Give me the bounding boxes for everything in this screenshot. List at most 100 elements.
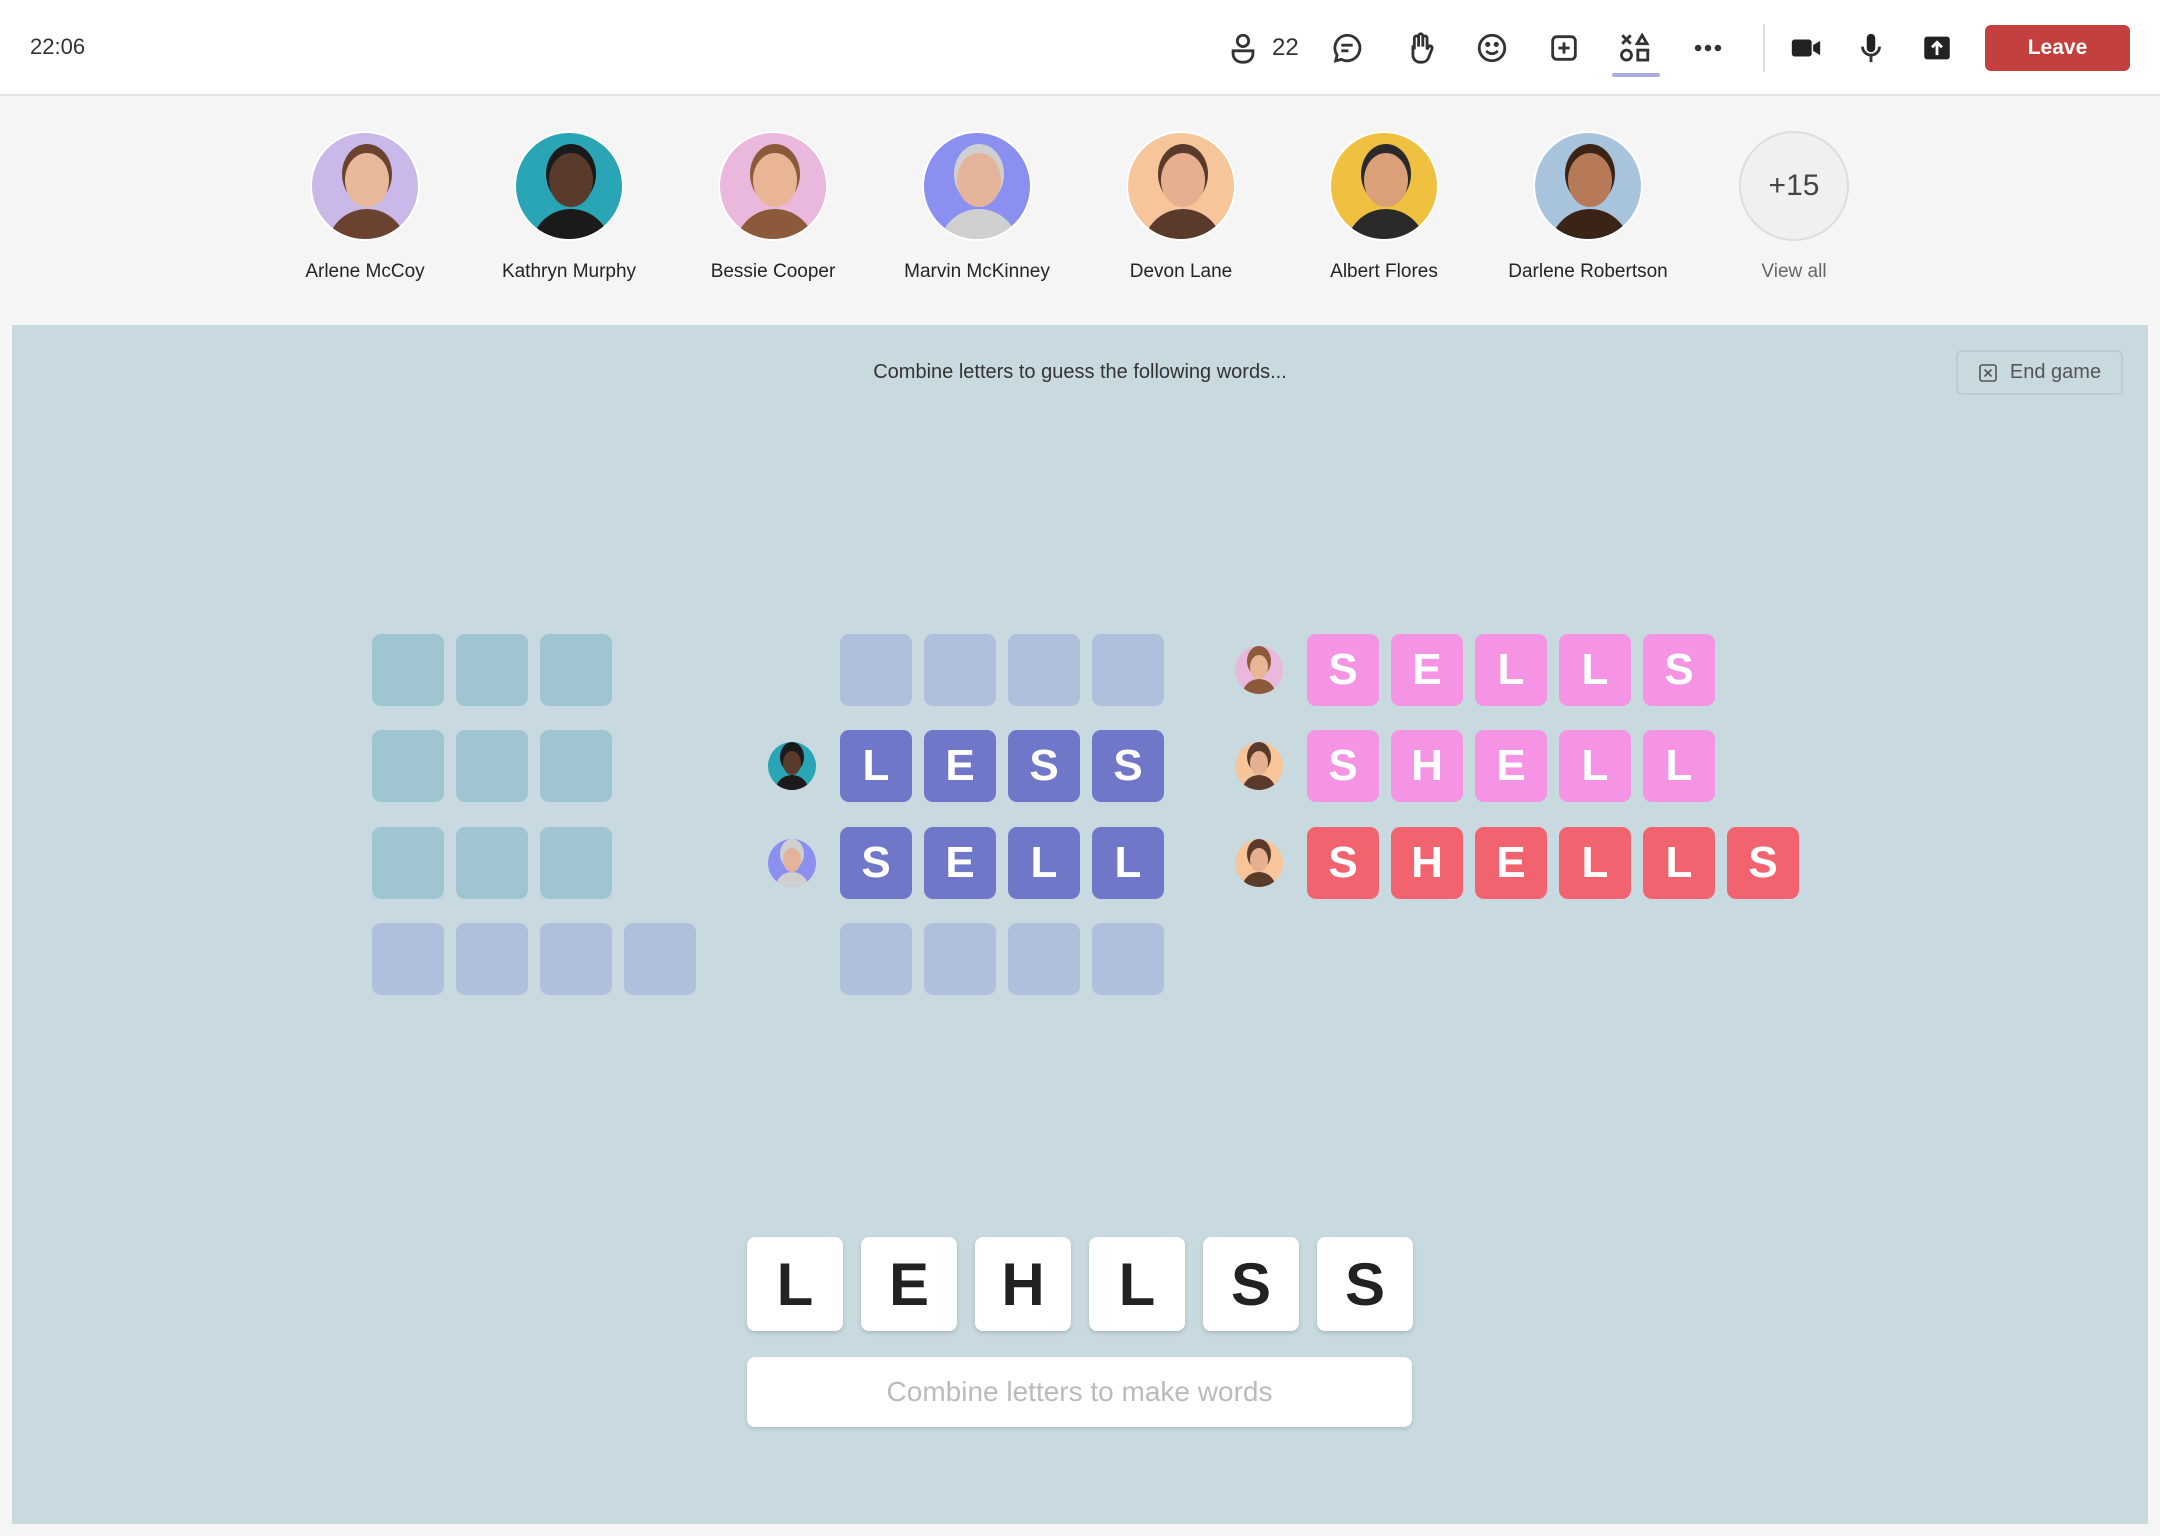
participant-name: Kathryn Murphy <box>501 261 637 282</box>
participant-name: Albert Flores <box>1330 261 1438 282</box>
game-instruction: Combine letters to guess the following w… <box>873 361 1287 383</box>
top-bar: 22:06 22 Leave <box>0 0 2160 96</box>
avatar <box>1533 131 1643 241</box>
participant-name: Devon Lane <box>1129 261 1233 282</box>
empty-tile <box>372 923 444 995</box>
participant[interactable]: Darlene Robertson <box>1488 131 1688 283</box>
people-icon[interactable] <box>1223 28 1263 68</box>
empty-tile <box>1008 923 1080 995</box>
reactions-icon[interactable] <box>1472 28 1512 68</box>
empty-tile <box>924 923 996 995</box>
participant[interactable]: Kathryn Murphy <box>469 131 669 283</box>
letter-tile: E <box>924 730 996 802</box>
empty-tile <box>840 634 912 706</box>
letter-tile: L <box>1008 827 1080 899</box>
empty-tile <box>540 827 612 899</box>
letter-tile: L <box>1643 827 1715 899</box>
meeting-time: 22:06 <box>30 34 86 59</box>
avatar <box>1126 131 1236 241</box>
empty-tile <box>456 730 528 802</box>
participant[interactable]: Devon Lane <box>1081 131 1281 283</box>
participant-name: Marvin McKinney <box>904 261 1050 282</box>
letter-button[interactable]: S <box>1317 1237 1413 1331</box>
empty-tile <box>372 730 444 802</box>
empty-tile <box>456 634 528 706</box>
avatar <box>514 131 624 241</box>
letter-button[interactable]: L <box>1089 1237 1185 1331</box>
view-all-participants[interactable]: +15 View all <box>1694 131 1894 283</box>
empty-tile <box>372 634 444 706</box>
participant-name: Bessie Cooper <box>710 261 836 282</box>
letter-tile: S <box>1008 730 1080 802</box>
participant[interactable]: Marvin McKinney <box>877 131 1077 283</box>
letter-tile: S <box>1727 827 1799 899</box>
close-box-icon <box>1979 363 1997 382</box>
end-game-label: End game <box>2009 361 2102 383</box>
word-game-panel: Combine letters to guess the following w… <box>12 325 2148 1524</box>
letter-button[interactable]: E <box>861 1237 957 1331</box>
active-tab-indicator <box>1612 73 1660 77</box>
view-all-label: View all <box>1761 261 1827 282</box>
empty-tile <box>372 827 444 899</box>
empty-tile <box>456 923 528 995</box>
more-participants-count: +15 <box>1739 131 1849 241</box>
guesser-avatar <box>768 742 816 790</box>
toolbar-divider <box>1763 24 1765 72</box>
empty-tile <box>1092 634 1164 706</box>
guesser-avatar <box>768 839 816 887</box>
empty-tile <box>540 634 612 706</box>
letter-button[interactable]: H <box>975 1237 1071 1331</box>
letter-tile: S <box>1307 827 1379 899</box>
letter-tile: E <box>1475 827 1547 899</box>
raise-hand-icon[interactable] <box>1400 28 1440 68</box>
letter-tile: H <box>1391 827 1463 899</box>
end-game-button[interactable]: End game <box>1956 350 2123 395</box>
more-icon[interactable] <box>1688 28 1728 68</box>
participant[interactable]: Albert Flores <box>1284 131 1484 283</box>
empty-tile <box>840 923 912 995</box>
add-app-icon[interactable] <box>1544 28 1584 68</box>
letter-tile: L <box>1559 730 1631 802</box>
letter-tile: L <box>1559 827 1631 899</box>
avatar <box>922 131 1032 241</box>
word-input[interactable] <box>747 1357 1412 1427</box>
empty-tile <box>456 827 528 899</box>
participant-count: 22 <box>1272 34 1299 61</box>
letter-tile: L <box>1475 634 1547 706</box>
guesser-avatar <box>1235 646 1283 694</box>
avatar <box>718 131 828 241</box>
participant-name: Darlene Robertson <box>1508 261 1668 282</box>
apps-icon[interactable] <box>1615 28 1655 68</box>
letter-tile: S <box>1092 730 1164 802</box>
share-icon[interactable] <box>1917 28 1957 68</box>
letter-tile: S <box>1643 634 1715 706</box>
leave-button[interactable]: Leave <box>1985 25 2130 71</box>
camera-icon[interactable] <box>1786 28 1826 68</box>
letter-tile: E <box>1391 634 1463 706</box>
letter-tile: L <box>1559 634 1631 706</box>
empty-tile <box>1092 923 1164 995</box>
empty-tile <box>1008 634 1080 706</box>
avatar <box>310 131 420 241</box>
letter-tile: L <box>1643 730 1715 802</box>
letter-tile: S <box>840 827 912 899</box>
guesser-avatar <box>1235 742 1283 790</box>
letter-tile: S <box>1307 730 1379 802</box>
avatar <box>1329 131 1439 241</box>
letter-tile: H <box>1391 730 1463 802</box>
chat-icon[interactable] <box>1327 28 1367 68</box>
letter-tile: L <box>840 730 912 802</box>
letter-button[interactable]: L <box>747 1237 843 1331</box>
empty-tile <box>624 923 696 995</box>
participant-name: Arlene McCoy <box>305 261 425 282</box>
letter-tile: E <box>924 827 996 899</box>
participant[interactable]: Bessie Cooper <box>673 131 873 283</box>
empty-tile <box>924 634 996 706</box>
letter-button[interactable]: S <box>1203 1237 1299 1331</box>
empty-tile <box>540 730 612 802</box>
letter-tile: L <box>1092 827 1164 899</box>
letter-tile: S <box>1307 634 1379 706</box>
participant[interactable]: Arlene McCoy <box>265 131 465 283</box>
mic-icon[interactable] <box>1851 28 1891 68</box>
guesser-avatar <box>1235 839 1283 887</box>
